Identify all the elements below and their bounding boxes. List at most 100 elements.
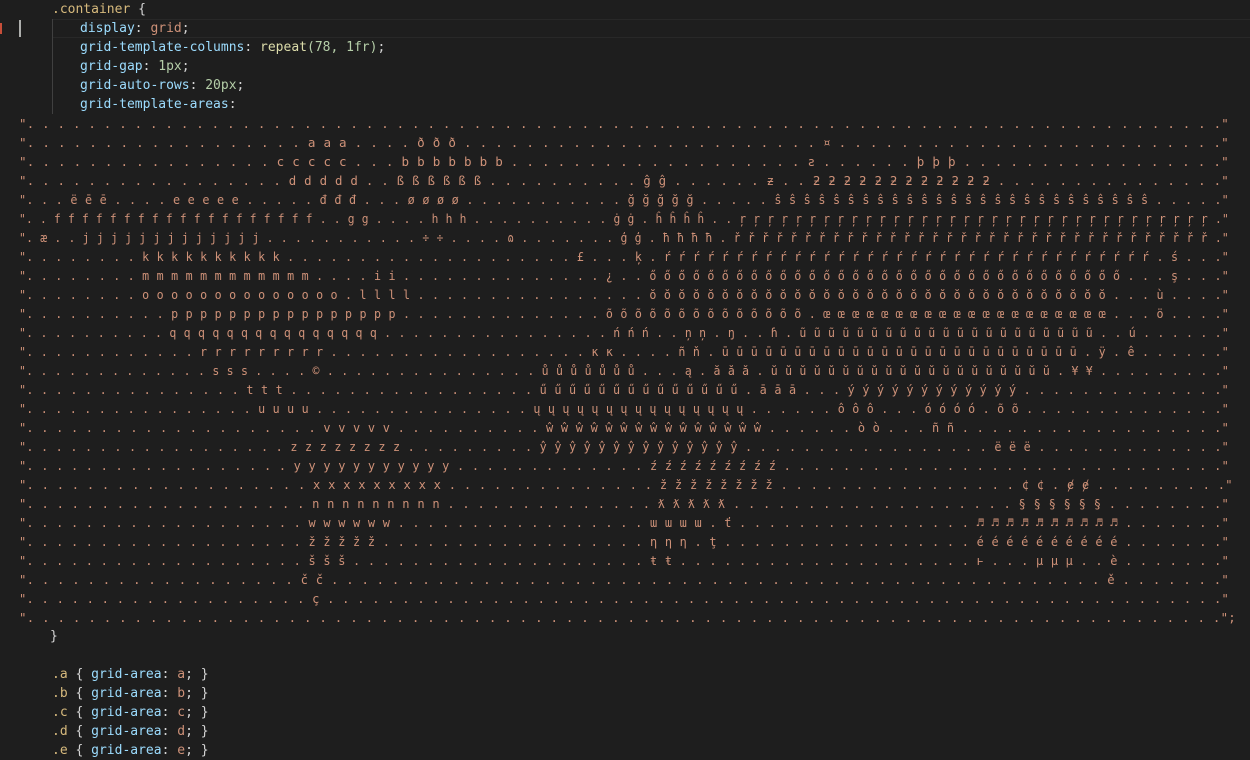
- grid-area-string: ". . . . . . . . . . . . . . . . . . . w…: [19, 515, 1229, 530]
- css-property: display: [80, 21, 135, 36]
- css-function-args: (78, 1fr): [307, 40, 378, 55]
- grid-area-row[interactable]: ". . . . . . . . . . . . . . . . u u u u…: [0, 399, 1250, 418]
- code-line[interactable]: .b { grid-area: b; }: [0, 684, 1250, 703]
- colon: :: [142, 59, 159, 74]
- grid-area-row[interactable]: ". . . . . . . . . . . . . . . . . . z z…: [0, 437, 1250, 456]
- current-line-highlight: [52, 19, 1250, 38]
- grid-area-row[interactable]: ". . . . . . . . . . . . . . . t t t . .…: [0, 380, 1250, 399]
- code-line-content: grid-template-areas:: [80, 95, 237, 114]
- close-brace: ; }: [185, 686, 209, 701]
- css-value: e: [177, 743, 186, 758]
- colon: :: [161, 705, 178, 720]
- css-value: a: [177, 667, 186, 682]
- open-brace: {: [67, 667, 92, 682]
- css-value: grid: [150, 21, 182, 36]
- code-line[interactable]: .a { grid-area: a; }: [0, 665, 1250, 684]
- code-line[interactable]: display: grid;: [0, 19, 1250, 38]
- grid-area-row[interactable]: ". . . . . . . . . . . . . . . . . . . n…: [0, 494, 1250, 513]
- grid-area-row[interactable]: ". . . . . . . . . . . . . . . . . . . ž…: [0, 532, 1250, 551]
- code-line[interactable]: }: [0, 627, 1250, 646]
- css-value: 20px: [205, 78, 237, 93]
- grid-area-row[interactable]: ". . . . . . . . . . . . . . . . . . . w…: [0, 513, 1250, 532]
- code-line[interactable]: grid-template-areas:: [0, 95, 1250, 114]
- css-rule: .e { grid-area: e; }: [52, 741, 209, 760]
- css-selector: .d: [52, 724, 68, 739]
- grid-area-string: ". . . ë ē ē . . . . e e e e e . . . . .…: [19, 192, 1229, 207]
- close-brace: ; }: [185, 743, 209, 758]
- grid-area-row[interactable]: ". . . . . . . . o o o o o o o o o o o o…: [0, 285, 1250, 304]
- grid-area-row[interactable]: ". . . . . . . . . . . . . . . . . . č č…: [0, 570, 1250, 589]
- css-value: d: [177, 724, 186, 739]
- grid-area-row[interactable]: ". . . . . . . . m m m m m m m m m m m m…: [0, 266, 1250, 285]
- grid-area-string: ". . . . . . . . . . . . . . . . . . z z…: [19, 439, 1229, 454]
- open-brace: {: [130, 2, 146, 17]
- grid-area-row[interactable]: ". . . . . . . . . . . . r r r r r r r r…: [0, 342, 1250, 361]
- grid-area-row[interactable]: ". . . . . . . . . . . . . . . . . . . .…: [0, 608, 1250, 627]
- grid-area-string: ". . . . . . . . . . . . . . . . . d d d…: [19, 173, 1229, 188]
- grid-area-row[interactable]: ". . . . . . . . . . . . . . . . . . . ç…: [0, 589, 1250, 608]
- code-editor[interactable]: .container {display: grid; grid-template-…: [0, 0, 1250, 758]
- code-line[interactable]: .d { grid-area: d; }: [0, 722, 1250, 741]
- grid-area-string: ". . . . . . . . . . q q q q q q q q q q…: [19, 325, 1229, 340]
- css-property: grid-area: [91, 686, 162, 701]
- open-brace: {: [67, 743, 92, 758]
- code-line-content: display: grid;: [80, 19, 190, 38]
- grid-area-string: ". . . . . . . . . . . . . . . . c c c c…: [19, 154, 1229, 169]
- css-selector: .container: [52, 2, 131, 17]
- grid-area-row[interactable]: ". . . ë ē ē . . . . e e e e e . . . . .…: [0, 190, 1250, 209]
- grid-area-row[interactable]: ". . . . . . . . . . . . . . . . . d d d…: [0, 171, 1250, 190]
- grid-area-string: ". . . . . . . . m m m m m m m m m m m m…: [19, 268, 1229, 283]
- grid-area-row[interactable]: ". . . . . . . . . . . . . . . . . . . .…: [0, 418, 1250, 437]
- code-line[interactable]: .container {: [0, 0, 1250, 19]
- grid-area-row[interactable]: ". . . . . . . . . . . . . . . . . . a a…: [0, 133, 1250, 152]
- grid-area-string: ". . . . . . . . . . . . . . . . . . č č…: [19, 572, 1229, 587]
- code-line[interactable]: .e { grid-area: e; }: [0, 741, 1250, 760]
- grid-area-row[interactable]: ". . . . . . . . . . . . . . . . . . . x…: [0, 475, 1250, 494]
- css-property: grid-area: [91, 724, 162, 739]
- colon: :: [161, 724, 178, 739]
- css-value: b: [177, 686, 186, 701]
- grid-area-string: ". . . . . . . . . . . . . . . . . . . š…: [19, 553, 1229, 568]
- code-line[interactable]: grid-gap: 1px;: [0, 57, 1250, 76]
- grid-area-string: ". . . . . . . . . . . . . . . . u u u u…: [19, 401, 1229, 416]
- grid-area-string: ". . . . . . . . . . . . r r r r r r r r…: [19, 344, 1229, 359]
- grid-area-row[interactable]: ". . . . . . . . . . q q q q q q q q q q…: [0, 323, 1250, 342]
- semicolon: ;: [181, 21, 190, 36]
- grid-area-row[interactable]: ". . . . . . . . . . . . . . . . c c c c…: [0, 152, 1250, 171]
- css-selector: .c: [52, 705, 68, 720]
- grid-area-string: ". . . . . . . . . . . . . . . . . . . ž…: [19, 534, 1229, 549]
- grid-area-string: ". æ . . j j j j j j j j j j j j j . . .…: [19, 230, 1229, 245]
- grid-area-string: ". . . . . . . . o o o o o o o o o o o o…: [19, 287, 1229, 302]
- code-line-content: grid-gap: 1px;: [80, 57, 190, 76]
- grid-area-string: ". . . . . . . . . . . . . . . . . . . .…: [19, 116, 1229, 131]
- css-function: repeat: [260, 40, 307, 55]
- grid-area-row[interactable]: ". . . . . . . . . . . . . . . . . . . š…: [0, 551, 1250, 570]
- grid-area-row[interactable]: ". . . . . . . . k k k k k k k k k k . .…: [0, 247, 1250, 266]
- css-property: grid-area: [91, 667, 162, 682]
- grid-area-string: ". . . . . . . . . . p p p p p p p p p p…: [19, 306, 1229, 321]
- grid-area-row[interactable]: ". . . . . . . . . . . . . s s s . . . .…: [0, 361, 1250, 380]
- code-line[interactable]: .c { grid-area: c; }: [0, 703, 1250, 722]
- grid-area-row[interactable]: ". . . . . . . . . . . . . . . . . . . .…: [0, 114, 1250, 133]
- code-line-content: grid-auto-rows: 20px;: [80, 76, 244, 95]
- grid-area-string: ". . . . . . . . k k k k k k k k k k . .…: [19, 249, 1229, 264]
- grid-area-string: ". . . . . . . . . . . . . . . . . . a a…: [19, 135, 1229, 150]
- grid-area-row[interactable]: ". . . . . . . . . . . . . . . . . . y y…: [0, 456, 1250, 475]
- grid-area-row[interactable]: ". æ . . j j j j j j j j j j j j j . . .…: [0, 228, 1250, 247]
- colon: :: [161, 667, 178, 682]
- grid-area-row[interactable]: ". . . . . . . . . . p p p p p p p p p p…: [0, 304, 1250, 323]
- grid-area-string: ". . . . . . . . . . . . . s s s . . . .…: [19, 363, 1229, 378]
- grid-area-string: ". . . . . . . . . . . . . . . . . . . x…: [19, 477, 1233, 492]
- code-line[interactable]: grid-auto-rows: 20px;: [0, 76, 1250, 95]
- grid-area-row[interactable]: ". . f f f f f f f f f f f f f f f f f f…: [0, 209, 1250, 228]
- code-line[interactable]: grid-template-columns: repeat(78, 1fr);: [0, 38, 1250, 57]
- grid-area-string: ". . f f f f f f f f f f f f f f f f f f…: [19, 211, 1229, 226]
- close-brace: ; }: [185, 724, 209, 739]
- semicolon: ;: [377, 40, 386, 55]
- code-line-content: grid-template-columns: repeat(78, 1fr);: [80, 38, 385, 57]
- colon: :: [189, 78, 206, 93]
- css-property: grid-auto-rows: [80, 78, 190, 93]
- indent-guide: [52, 76, 53, 95]
- colon: :: [244, 40, 261, 55]
- close-brace: ; }: [185, 705, 209, 720]
